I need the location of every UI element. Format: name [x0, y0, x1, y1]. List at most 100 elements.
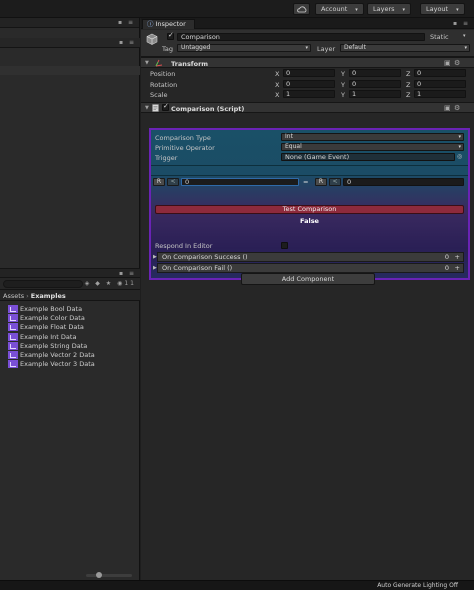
breadcrumb-assets[interactable]: Assets [3, 292, 24, 300]
respond-in-editor-checkbox[interactable] [281, 242, 288, 249]
add-component-button[interactable]: Add Component [241, 273, 375, 285]
active-checkbox[interactable] [167, 31, 174, 40]
list-item[interactable]: Example Int Data [8, 332, 95, 341]
breadcrumb-examples[interactable]: Examples [31, 292, 66, 300]
comparison-script-header[interactable]: ▼ Comparison (Script) ▣ ⚙ [141, 102, 474, 113]
test-comparison-button[interactable]: Test Comparison [155, 205, 464, 214]
tag-dropdown[interactable]: Untagged [177, 44, 311, 52]
slider-handle[interactable] [96, 572, 102, 578]
asset-list: Example Bool Data Example Color Data Exa… [8, 304, 95, 369]
chevron-down-icon[interactable]: ▼ [145, 60, 149, 66]
scriptable-object-icon [8, 332, 18, 341]
inspector-tab-bar: ⓘ Inspector ▪ ≡ [141, 18, 474, 29]
breadcrumb: Assets › Examples [0, 290, 140, 301]
layout-label: Layout [426, 5, 449, 13]
chevron-down-icon[interactable]: ▾ [463, 33, 466, 39]
divider [151, 175, 468, 176]
panel-menu-icons[interactable]: ▪ ≡ [119, 270, 136, 277]
axis-z-label: Z [406, 70, 411, 78]
chevron-down-icon[interactable]: ▼ [145, 105, 149, 111]
trigger-field[interactable]: None (Game Event) [281, 153, 455, 161]
icon-size-slider[interactable] [86, 572, 132, 578]
scale-x-field[interactable]: 1 [283, 90, 335, 98]
layer-dropdown[interactable]: Default [340, 44, 470, 52]
help-icon[interactable]: ▣ [444, 59, 451, 67]
position-y-field[interactable]: 0 [349, 69, 401, 77]
hierarchy-selected-row[interactable] [0, 66, 140, 75]
event-count[interactable]: 0 [445, 253, 449, 261]
scriptable-object-icon [8, 323, 18, 332]
asset-label: Example String Data [20, 341, 88, 350]
scale-z-field[interactable]: 1 [414, 90, 466, 98]
list-item[interactable]: Example Vector 2 Data [8, 350, 95, 360]
list-item[interactable]: Example Color Data [8, 313, 95, 322]
tag-label: Tag [162, 45, 174, 53]
add-listener-button[interactable]: + [455, 253, 460, 261]
on-fail-event[interactable]: ▶ On Comparison Fail () 0 + [153, 263, 464, 273]
trigger-label: Trigger [155, 154, 178, 162]
object-name-field[interactable]: Comparison [177, 33, 425, 41]
chevron-right-icon[interactable]: ▶ [153, 253, 157, 261]
object-picker-icon[interactable]: ◎ [457, 153, 462, 160]
list-item[interactable]: Example String Data [8, 341, 95, 350]
panel-menu-icons[interactable]: ▪ ≡ [119, 39, 136, 46]
help-icon[interactable]: ▣ [444, 104, 451, 112]
chevron-right-icon: › [26, 292, 29, 300]
project-filter-icons[interactable]: ◈ ◆ ★ ◉11 [85, 280, 136, 287]
right-value-field[interactable]: 0 [343, 178, 464, 186]
chevron-down-icon: ▾ [355, 7, 358, 13]
scriptable-object-icon [8, 351, 18, 360]
project-tab-bar: ▪ ≡ [0, 268, 140, 278]
right-options-button[interactable]: < [329, 178, 341, 186]
asset-label: Example Float Data [20, 323, 84, 332]
project-search-input[interactable] [3, 280, 83, 288]
position-x-field[interactable]: 0 [283, 69, 335, 77]
settings-icon[interactable]: ⚙ [454, 59, 460, 67]
primitive-operator-dropdown[interactable]: Equal [281, 143, 464, 151]
script-enabled-checkbox[interactable] [162, 102, 169, 111]
divider [151, 165, 468, 166]
left-panels: ▪ ≡ ▪ ≡ ▪ ≡ ◈ ◆ ★ ◉11 Assets › Examples Ex… [0, 18, 140, 580]
comparison-type-dropdown[interactable]: Int [281, 133, 464, 141]
left-value-field[interactable]: 0 [181, 178, 299, 186]
chevron-right-icon[interactable]: ▶ [153, 264, 157, 272]
scriptable-object-icon [8, 304, 18, 313]
script-title: Comparison (Script) [171, 105, 245, 113]
event-label: On Comparison Fail () [162, 264, 233, 272]
right-reference-toggle[interactable]: R [315, 178, 327, 186]
rotation-x-field[interactable]: 0 [283, 80, 335, 88]
axis-y-label: Y [341, 70, 345, 78]
left-options-button[interactable]: < [167, 178, 179, 186]
rotation-z-field[interactable]: 0 [414, 80, 466, 88]
respond-in-editor-label: Respond In Editor [155, 242, 213, 250]
cloud-button[interactable] [293, 3, 310, 15]
scriptable-object-icon [8, 360, 18, 369]
asset-label: Example Color Data [20, 313, 85, 322]
axis-x-label: X [275, 91, 280, 99]
panel-menu-icons[interactable]: ▪ ≡ [453, 20, 470, 27]
scriptable-object-icon [8, 313, 18, 322]
list-item[interactable]: Example Bool Data [8, 304, 95, 313]
scale-y-field[interactable]: 1 [349, 90, 401, 98]
layers-dropdown[interactable]: Layers ▾ [367, 3, 412, 15]
tab-inspector[interactable]: ⓘ Inspector [142, 19, 195, 29]
event-count[interactable]: 0 [445, 264, 449, 272]
transform-header[interactable]: ▼ Transform ▣ ⚙ [141, 57, 474, 68]
info-icon: ⓘ [147, 20, 154, 28]
rotation-y-field[interactable]: 0 [349, 80, 401, 88]
account-dropdown[interactable]: Account ▾ [315, 3, 364, 15]
settings-icon[interactable]: ⚙ [454, 104, 460, 112]
primitive-operator-label: Primitive Operator [155, 144, 215, 152]
list-item[interactable]: Example Vector 3 Data [8, 360, 95, 369]
layout-dropdown[interactable]: Layout ▾ [420, 3, 465, 15]
static-checkbox[interactable] [423, 33, 430, 40]
position-z-field[interactable]: 0 [414, 69, 466, 77]
scale-label: Scale [150, 91, 168, 99]
axis-z-label: Z [406, 91, 411, 99]
transform-title: Transform [171, 60, 209, 68]
left-reference-toggle[interactable]: R [153, 178, 165, 186]
list-item[interactable]: Example Float Data [8, 323, 95, 332]
panel-menu-icons[interactable]: ▪ ≡ [118, 19, 135, 26]
add-listener-button[interactable]: + [455, 264, 460, 272]
on-success-event[interactable]: ▶ On Comparison Success () 0 + [153, 252, 464, 262]
